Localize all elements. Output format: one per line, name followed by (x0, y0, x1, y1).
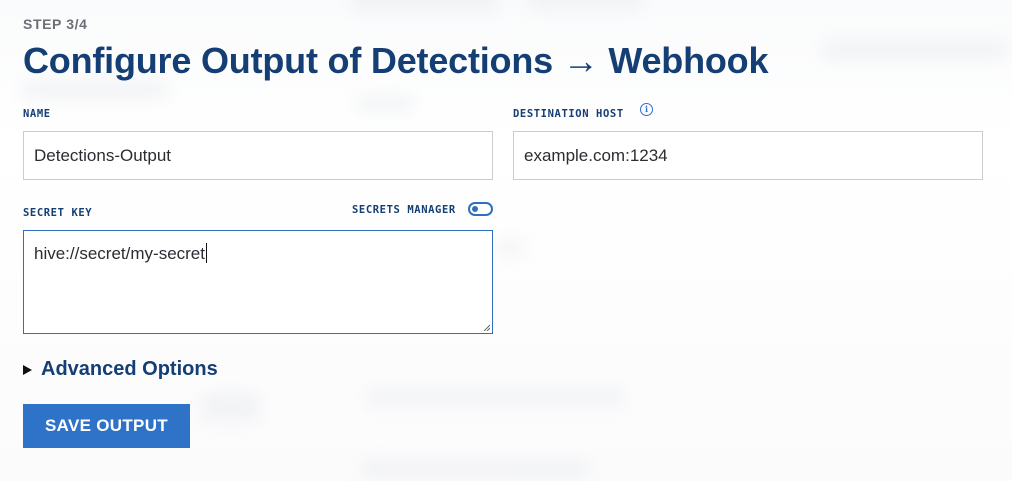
background-ghost (200, 392, 260, 422)
toggle-knob (472, 206, 478, 212)
secrets-manager-toggle[interactable] (468, 202, 493, 216)
name-label: NAME (23, 108, 51, 120)
resize-grip-icon[interactable] (483, 324, 490, 331)
disclosure-triangle-right-icon (23, 364, 32, 375)
background-ghost (525, 0, 645, 10)
secrets-manager-label: SECRETS MANAGER (352, 204, 456, 216)
secret-key-value: hive://secret/my-secret (34, 244, 205, 263)
save-output-button[interactable]: SAVE OUTPUT (23, 404, 190, 448)
background-ghost (495, 238, 525, 256)
text-caret (206, 243, 207, 263)
destination-host-input[interactable]: example.com:1234 (513, 131, 983, 180)
background-ghost (355, 95, 415, 113)
step-indicator: STEP 3/4 (23, 16, 88, 32)
info-icon[interactable]: i (640, 103, 653, 116)
background-ghost (350, 0, 500, 12)
name-input[interactable]: Detections-Output (23, 131, 493, 180)
secret-key-textarea[interactable]: hive://secret/my-secret (23, 230, 493, 334)
destination-host-label: DESTINATION HOST (513, 108, 624, 120)
advanced-options-toggle[interactable]: Advanced Options (23, 358, 218, 381)
configure-output-page: STEP 3/4 Configure Output of Detections … (0, 0, 1012, 481)
background-ghost (20, 80, 170, 100)
background-ghost (820, 40, 1010, 60)
background-ghost (365, 388, 625, 406)
background-ghost (360, 460, 590, 478)
secret-key-label: SECRET KEY (23, 207, 93, 219)
page-title: Configure Output of Detections → Webhook (23, 40, 769, 81)
advanced-options-label: Advanced Options (41, 358, 218, 380)
